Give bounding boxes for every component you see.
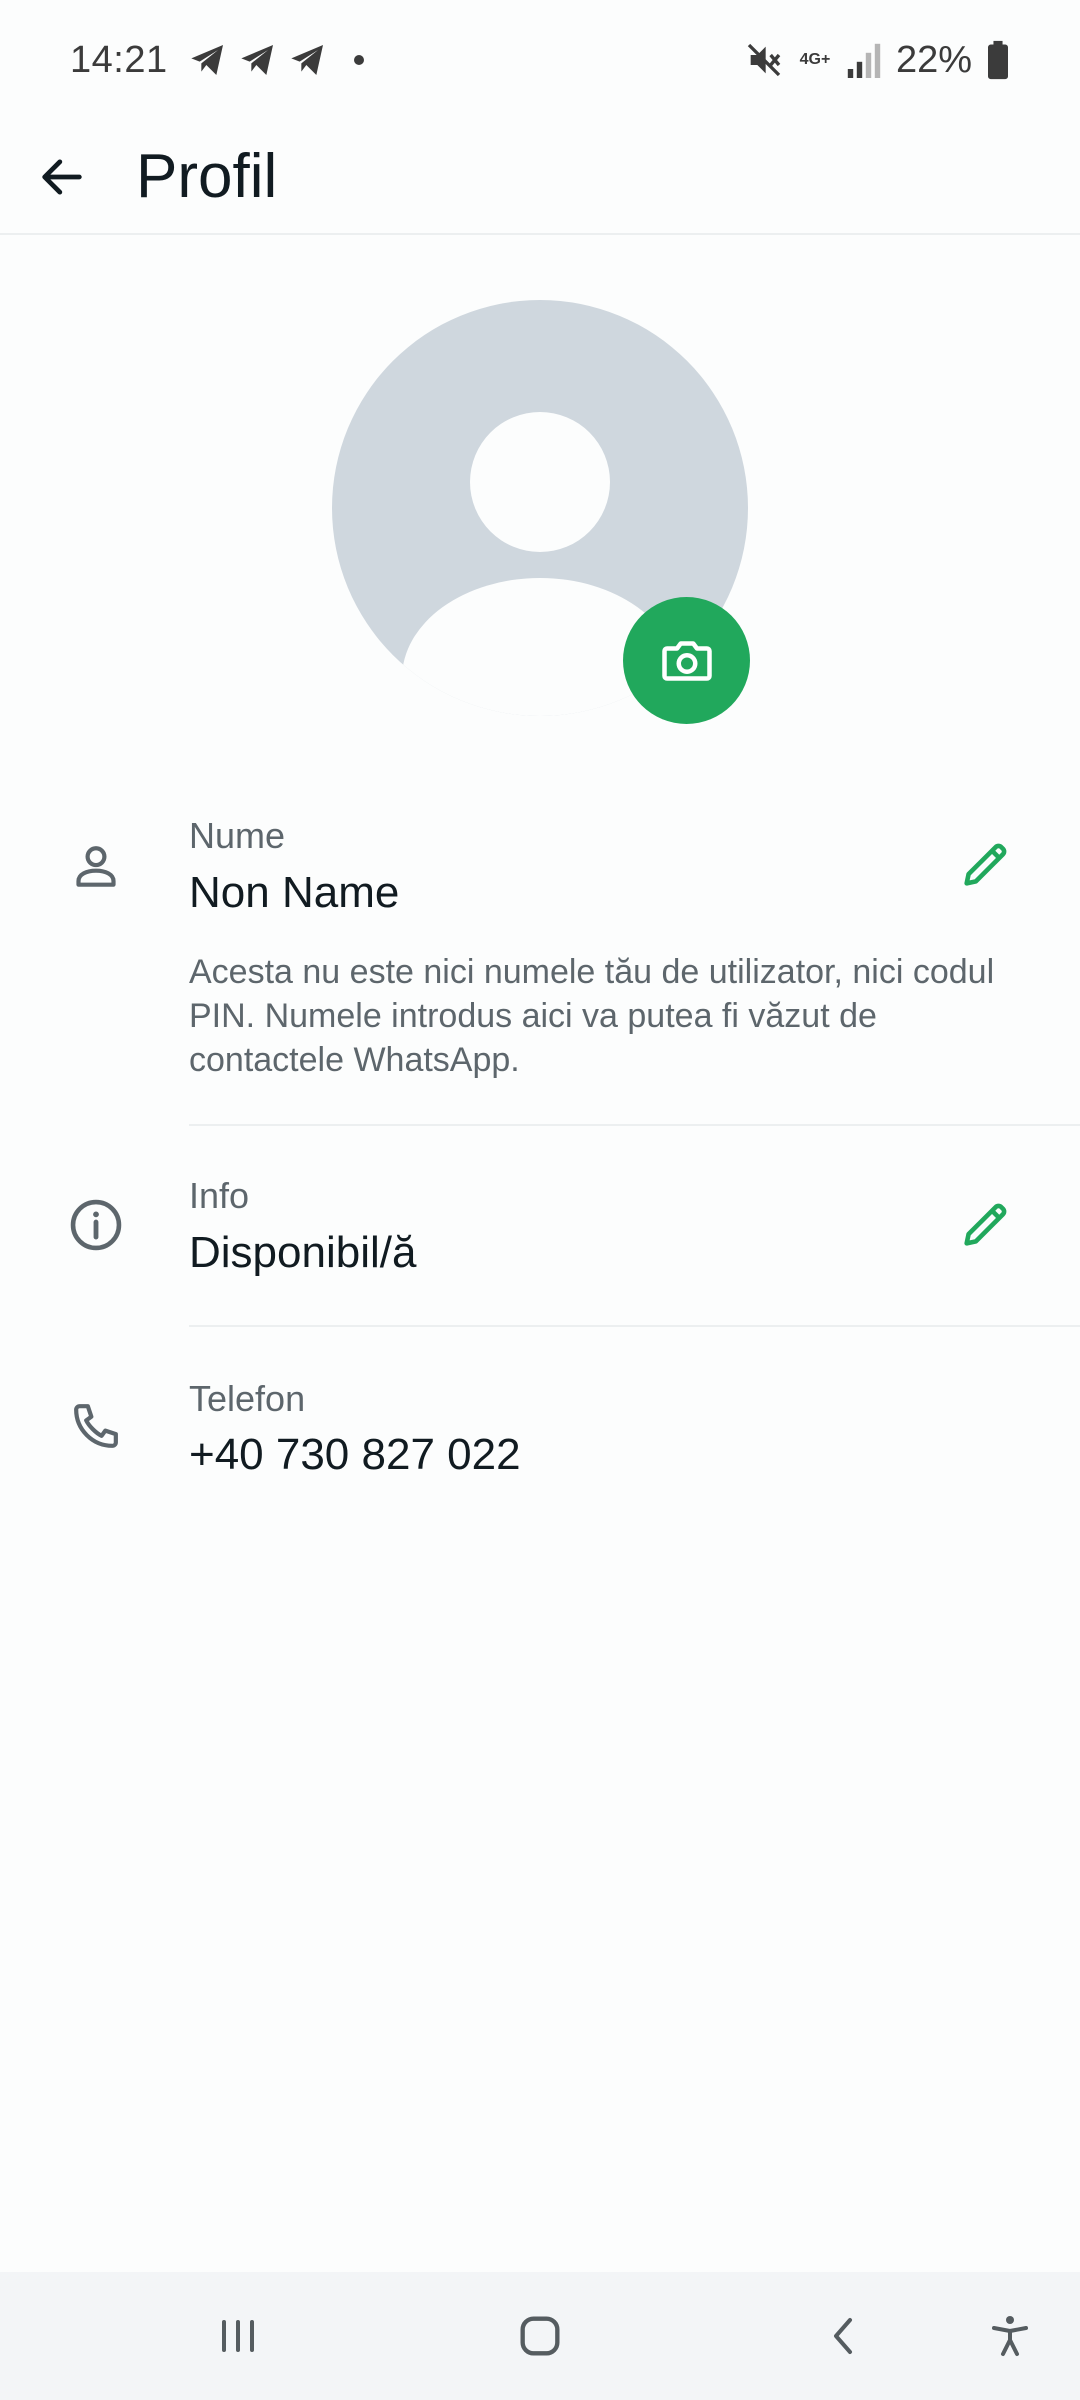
info-icon [70, 1199, 122, 1251]
row-icon-container [60, 1189, 132, 1261]
profile-screen: 14:21 4G+ 22% Profil Nume Non Name Acest… [0, 0, 1080, 2400]
edit-name-button[interactable] [950, 828, 1022, 900]
info-value: Disponibil/ă [189, 1228, 417, 1277]
info-row[interactable]: Info Disponibil/ă [0, 1160, 1080, 1320]
status-bar: 14:21 4G+ 22% [0, 0, 1080, 120]
divider [189, 1124, 1080, 1126]
recents-icon [222, 2320, 254, 2352]
name-label: Nume [189, 815, 286, 856]
name-hint: Acesta nu este nici numele tău de utiliz… [189, 953, 995, 1079]
status-bar-left: 14:21 [70, 39, 364, 82]
camera-icon [661, 640, 712, 681]
telegram-icon [290, 45, 323, 75]
network-type: 4G+ [799, 51, 831, 68]
home-button[interactable] [500, 2296, 580, 2376]
row-icon-container [60, 830, 132, 902]
mute-icon [747, 43, 781, 77]
accessibility-icon [992, 2316, 1028, 2356]
phone-label: Telefon [189, 1378, 306, 1419]
accessibility-button[interactable] [970, 2296, 1050, 2376]
pencil-icon [964, 843, 1007, 886]
recents-button[interactable] [198, 2296, 278, 2376]
avatar-placeholder-head [470, 412, 610, 552]
name-value: Non Name [189, 868, 400, 917]
change-photo-button[interactable] [623, 597, 750, 724]
back-button[interactable] [22, 137, 102, 217]
edit-info-button[interactable] [950, 1188, 1022, 1260]
telegram-icon [240, 45, 273, 75]
nav-back-icon [834, 2318, 852, 2354]
battery-percent: 22% [895, 38, 972, 81]
phone-icon [74, 1404, 118, 1448]
divider [189, 1325, 1080, 1327]
status-time: 14:21 [70, 38, 168, 81]
back-arrow-icon [42, 158, 82, 195]
info-label: Info [189, 1175, 250, 1216]
row-icon-container [60, 1390, 132, 1462]
telegram-icon [190, 45, 223, 75]
name-row[interactable]: Nume Non Name Acesta nu este nici numele… [0, 800, 1080, 1130]
pencil-icon [964, 1203, 1007, 1246]
page-title: Profil [136, 142, 278, 211]
nav-back-button[interactable] [804, 2296, 884, 2376]
battery-icon [988, 40, 1008, 80]
phone-value: +40 730 827 022 [189, 1430, 521, 1479]
app-bar: Profil [0, 120, 1080, 235]
notification-dot [353, 55, 364, 65]
person-icon [76, 846, 116, 887]
status-bar-right: 4G+ 22% [744, 39, 1010, 82]
signal-icon [847, 43, 881, 78]
phone-row: Telefon +40 730 827 022 [0, 1360, 1080, 1520]
home-icon [520, 2316, 560, 2356]
system-nav-bar [0, 2272, 1080, 2400]
